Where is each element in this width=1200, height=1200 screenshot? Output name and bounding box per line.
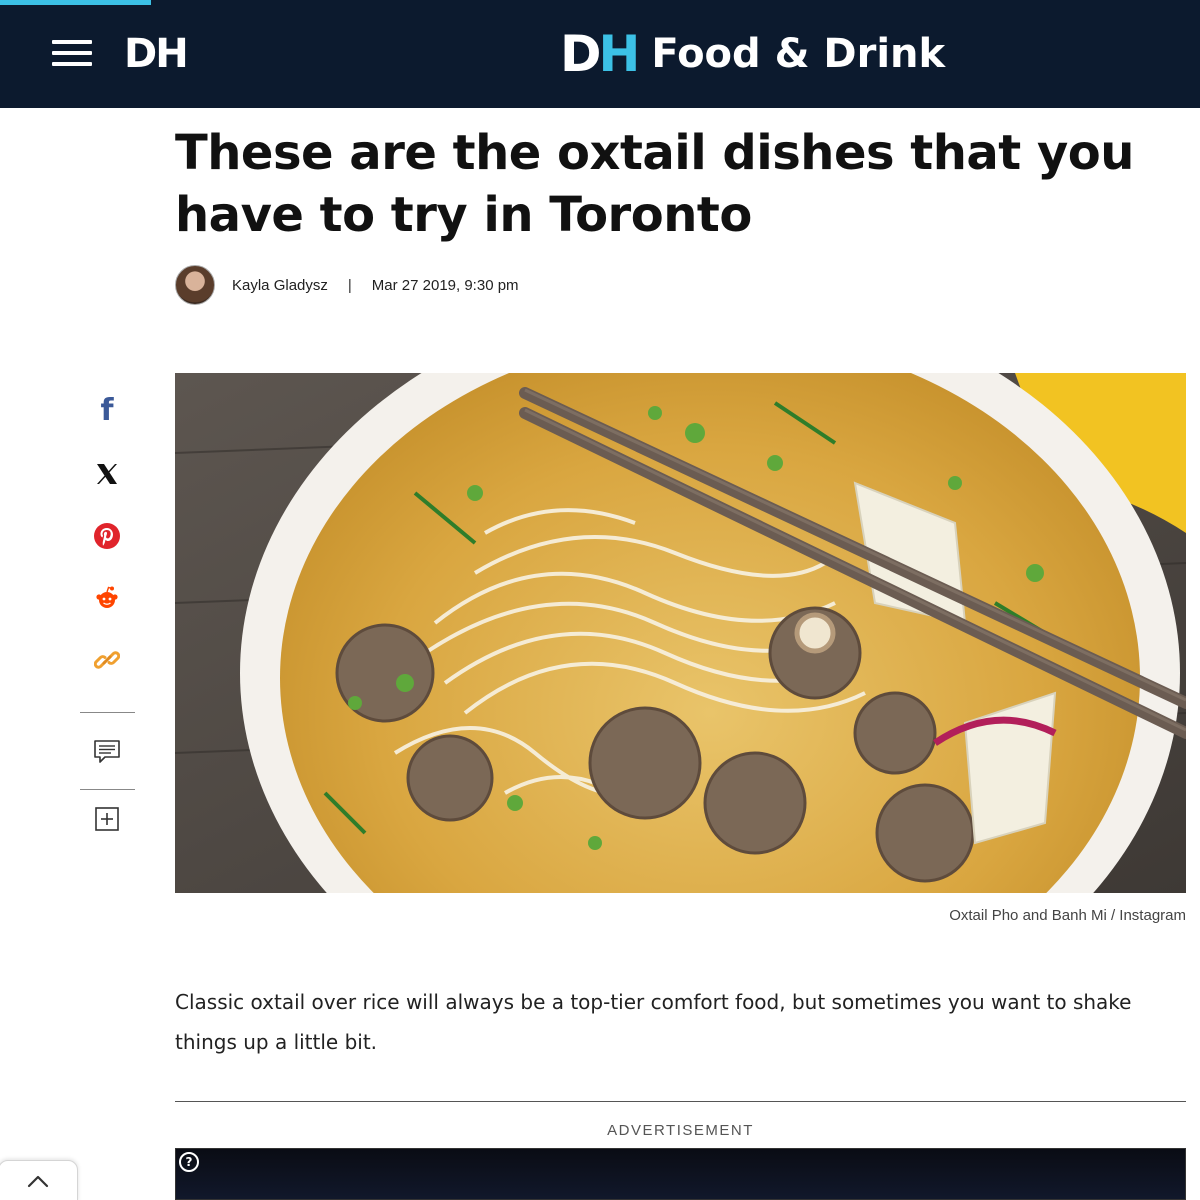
reading-progress-bar	[0, 0, 151, 5]
advertisement-banner[interactable]: ?	[175, 1148, 1186, 1200]
comment-icon[interactable]	[92, 732, 122, 772]
reddit-icon[interactable]	[92, 578, 122, 618]
back-to-top-button[interactable]	[0, 1160, 78, 1200]
byline-separator: |	[347, 276, 352, 294]
brand-logo: DH	[560, 25, 640, 83]
ad-label: ADVERTISEMENT	[607, 1122, 754, 1139]
hamburger-menu-icon[interactable]	[52, 38, 94, 68]
add-icon[interactable]	[92, 799, 122, 839]
article-headline: These are the oxtail dishes that you hav…	[175, 125, 1134, 243]
site-logo[interactable]: DH	[124, 28, 189, 80]
rail-divider	[80, 712, 135, 713]
rail-divider	[80, 789, 135, 790]
section-brand[interactable]: DH Food & Drink	[560, 26, 945, 82]
author-avatar[interactable]	[175, 265, 215, 305]
link-icon[interactable]	[92, 640, 122, 680]
chevron-up-icon	[27, 1175, 49, 1188]
ad-divider	[175, 1101, 1186, 1102]
x-icon[interactable]	[92, 454, 122, 494]
hero-image[interactable]	[175, 373, 1186, 893]
publish-date: Mar 27 2019, 9:30 pm	[371, 276, 519, 294]
site-header: DH DH Food & Drink	[0, 0, 1200, 108]
pinterest-icon[interactable]	[92, 516, 122, 556]
byline: Kayla Gladysz | Mar 27 2019, 9:30 pm	[175, 264, 519, 306]
facebook-icon[interactable]: f	[92, 390, 122, 430]
image-caption: Oxtail Pho and Banh Mi / Instagram	[949, 907, 1186, 924]
article-paragraph: Classic oxtail over rice will always be …	[175, 990, 1132, 1054]
section-title: Food & Drink	[651, 31, 946, 77]
author-name[interactable]: Kayla Gladysz	[232, 277, 328, 294]
ad-help-icon[interactable]: ?	[179, 1152, 199, 1172]
